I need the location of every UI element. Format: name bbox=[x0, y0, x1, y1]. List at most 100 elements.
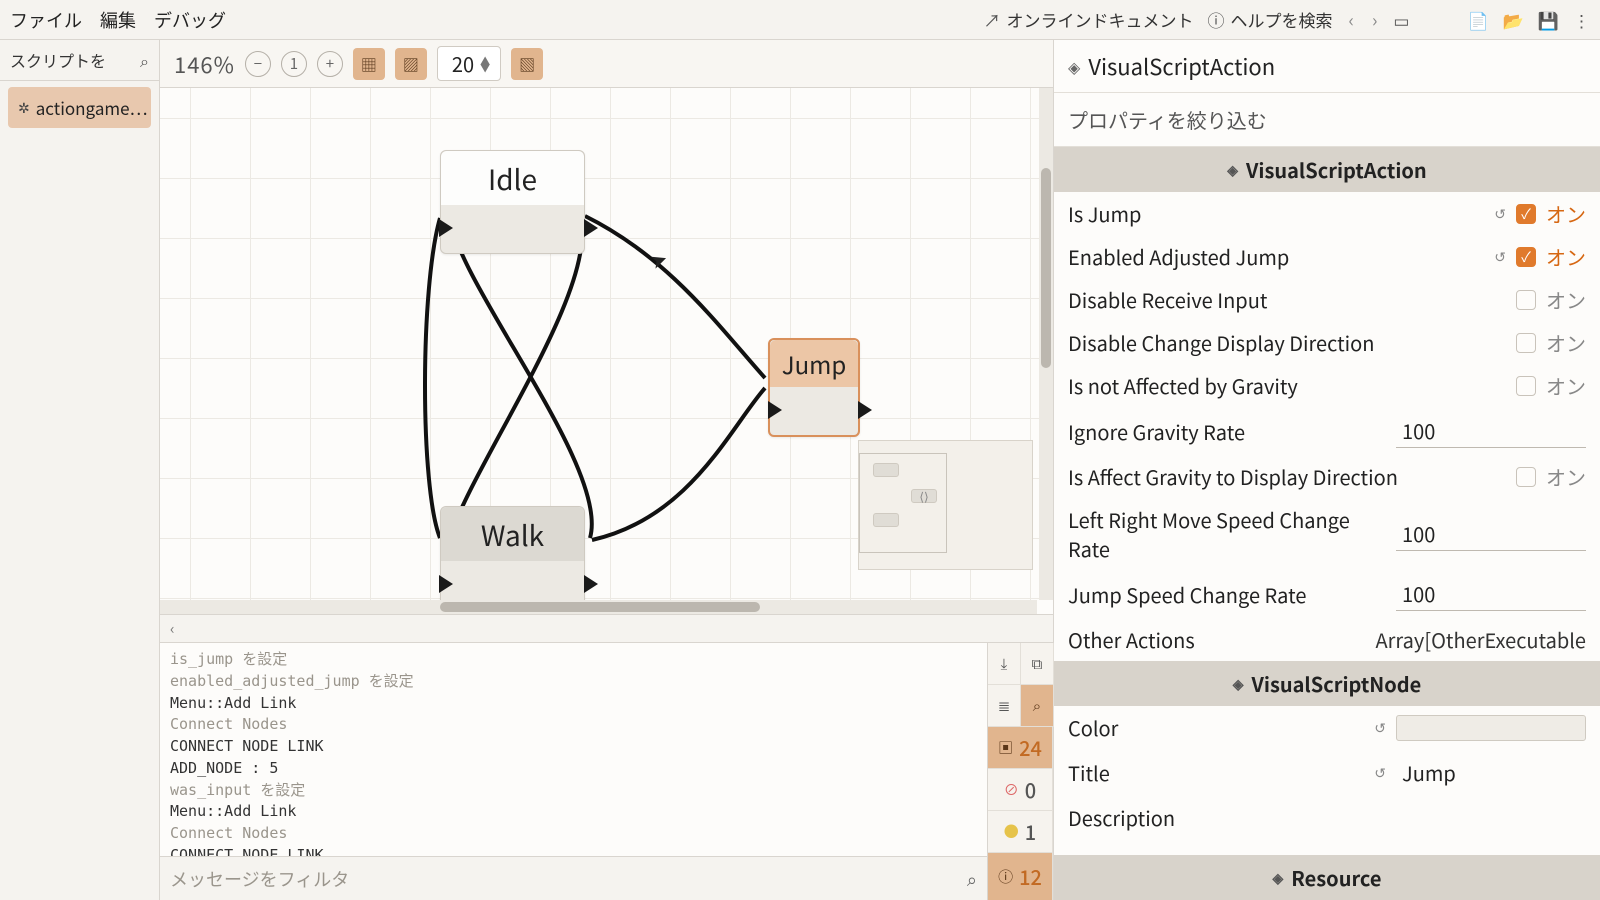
on-label: オン bbox=[1546, 328, 1586, 357]
checkbox[interactable] bbox=[1516, 333, 1536, 353]
zoom-label: 146% bbox=[174, 48, 235, 80]
section-visualscriptnode[interactable]: ◈ VisualScriptNode bbox=[1054, 661, 1600, 706]
online-docs-link[interactable]: ↗ オンラインドキュメント bbox=[984, 7, 1194, 32]
error-count: 0 bbox=[1025, 775, 1036, 804]
prop-label: Color bbox=[1068, 713, 1374, 742]
checkbox[interactable] bbox=[1516, 467, 1536, 487]
grid-step-input[interactable]: 20 ▲▼ bbox=[437, 46, 501, 81]
external-link-icon: ↗ bbox=[984, 7, 1001, 32]
section-label: VisualScriptNode bbox=[1252, 669, 1422, 698]
menu-edit[interactable]: 編集 bbox=[100, 7, 136, 33]
console-filter-caution[interactable]: ● 1 bbox=[988, 811, 1053, 853]
console-line: was_input を設定 bbox=[170, 780, 977, 802]
console-btn-export[interactable]: ⤓ bbox=[988, 643, 1021, 685]
script-search-placeholder: スクリプトを bbox=[10, 48, 140, 72]
graph-canvas[interactable]: Idle Walk Jump bbox=[160, 88, 1053, 614]
grid-toggle-c[interactable]: ▧ bbox=[511, 48, 543, 80]
console-filter-error[interactable]: ⊘ 0 bbox=[988, 769, 1053, 811]
stepper-icon: ▲▼ bbox=[480, 57, 490, 71]
section-visualscriptaction[interactable]: ◈ VisualScriptAction bbox=[1054, 147, 1600, 192]
section-icon: ◈ bbox=[1227, 160, 1238, 180]
prop-label: Is Affect Gravity to Display Direction bbox=[1068, 462, 1516, 491]
prop-label: Jump Speed Change Rate bbox=[1068, 580, 1396, 609]
checkbox[interactable]: ✓ bbox=[1516, 247, 1536, 267]
prop-is-affect-gravity-display-direction: Is Affect Gravity to Display Direction オ… bbox=[1054, 455, 1600, 498]
caution-count: 1 bbox=[1025, 817, 1036, 846]
scroll-thumb[interactable] bbox=[1041, 168, 1051, 368]
inspector-filter-input[interactable]: プロパティを絞り込む bbox=[1054, 93, 1600, 147]
open-file-icon[interactable]: 📂 bbox=[1503, 7, 1524, 32]
console-filter-info[interactable]: ⓘ 12 bbox=[988, 853, 1053, 900]
warning-count: 24 bbox=[1019, 733, 1042, 762]
menu-debug[interactable]: デバッグ bbox=[154, 7, 226, 33]
port-out-icon[interactable] bbox=[858, 401, 872, 419]
grid-toggle-a[interactable]: ▦ bbox=[353, 48, 385, 80]
minimap-node bbox=[873, 513, 899, 527]
console-btn-tree[interactable]: ≣ bbox=[988, 685, 1021, 727]
prop-disable-receive-input: Disable Receive Input オン bbox=[1054, 278, 1600, 321]
node-walk[interactable]: Walk bbox=[440, 506, 585, 610]
number-input[interactable]: 100 bbox=[1396, 414, 1586, 448]
checkbox[interactable]: ✓ bbox=[1516, 204, 1536, 224]
checkbox[interactable] bbox=[1516, 290, 1536, 310]
help-search-link[interactable]: ⓘ ヘルプを検索 bbox=[1208, 7, 1333, 32]
prop-title: Title ↺ Jump bbox=[1054, 749, 1600, 796]
console-btn-search[interactable]: ⌕ bbox=[1021, 685, 1054, 727]
console-panel: is_jump を設定enabled_adjusted_jump を設定Menu… bbox=[160, 642, 1053, 900]
online-docs-label: オンラインドキュメント bbox=[1007, 7, 1194, 32]
node-idle[interactable]: Idle bbox=[440, 150, 585, 254]
number-input[interactable]: 100 bbox=[1396, 517, 1586, 551]
scroll-thumb[interactable] bbox=[440, 602, 760, 612]
port-out-icon[interactable] bbox=[584, 219, 598, 237]
zoom-in-button[interactable]: + bbox=[317, 51, 343, 77]
search-icon: ⌕ bbox=[967, 866, 977, 892]
history-back-button[interactable]: ‹ bbox=[1347, 7, 1356, 33]
checkbox[interactable] bbox=[1516, 376, 1536, 396]
color-swatch[interactable] bbox=[1396, 715, 1586, 741]
script-search-row[interactable]: スクリプトを ⌕ bbox=[0, 40, 159, 81]
text-input[interactable]: Jump bbox=[1396, 756, 1586, 789]
collapse-bar[interactable]: ‹ bbox=[160, 614, 1053, 642]
section-resource[interactable]: ◈ Resource bbox=[1054, 855, 1600, 900]
console-btn-copy[interactable]: ⧉ bbox=[1021, 643, 1054, 685]
reset-icon[interactable]: ↺ bbox=[1494, 204, 1506, 224]
section-icon: ◈ bbox=[1272, 868, 1283, 888]
port-out-icon[interactable] bbox=[584, 575, 598, 593]
port-in-icon[interactable] bbox=[439, 219, 453, 237]
inspector-path[interactable]: VisualScriptAction bbox=[1088, 50, 1275, 82]
reset-icon[interactable]: ↺ bbox=[1494, 247, 1506, 267]
canvas-vscroll[interactable] bbox=[1039, 88, 1053, 600]
reset-icon[interactable]: ↺ bbox=[1374, 763, 1386, 783]
history-forward-button[interactable]: › bbox=[1370, 7, 1379, 33]
menu-file[interactable]: ファイル bbox=[10, 7, 82, 33]
port-in-icon[interactable] bbox=[768, 401, 782, 419]
console-filter-input[interactable]: メッセージをフィルタ bbox=[170, 866, 957, 892]
canvas-hscroll[interactable] bbox=[160, 600, 1037, 614]
new-file-icon[interactable]: 📄 bbox=[1467, 7, 1488, 32]
info-icon: ⓘ bbox=[998, 866, 1013, 887]
prop-label: Enabled Adjusted Jump bbox=[1068, 242, 1494, 271]
grid-toggle-b[interactable]: ▨ bbox=[395, 48, 427, 80]
number-input[interactable]: 100 bbox=[1396, 577, 1586, 611]
port-in-icon[interactable] bbox=[439, 575, 453, 593]
console-line: CONNECT NODE LINK bbox=[170, 845, 977, 856]
minimap[interactable]: ⟨⟩ bbox=[858, 440, 1033, 570]
node-jump[interactable]: Jump bbox=[768, 338, 860, 437]
console-line: CONNECT NODE LINK bbox=[170, 736, 977, 758]
kebab-menu-icon[interactable]: ⋮ bbox=[1573, 7, 1590, 32]
array-field[interactable]: Array[OtherExecutable bbox=[1376, 625, 1586, 654]
reset-icon[interactable]: ↺ bbox=[1374, 718, 1386, 738]
zoom-out-button[interactable]: − bbox=[245, 51, 271, 77]
console-output[interactable]: is_jump を設定enabled_adjusted_jump を設定Menu… bbox=[160, 643, 987, 856]
prop-color: Color ↺ bbox=[1054, 706, 1600, 749]
script-item-actiongame[interactable]: ✲ actiongame… bbox=[8, 87, 151, 128]
layout-icon[interactable]: ▭ bbox=[1393, 7, 1409, 32]
zoom-reset-button[interactable]: 1 bbox=[281, 51, 307, 77]
help-search-label: ヘルプを検索 bbox=[1231, 7, 1333, 32]
script-list-panel: スクリプトを ⌕ ✲ actiongame… bbox=[0, 40, 160, 900]
console-filter-warning[interactable]: ▣ 24 bbox=[988, 727, 1053, 769]
search-icon: ⌕ bbox=[140, 48, 149, 72]
minimap-node: ⟨⟩ bbox=[911, 489, 937, 503]
save-file-icon[interactable]: 💾 bbox=[1538, 7, 1559, 32]
console-line: ADD_NODE : 5 bbox=[170, 758, 977, 780]
